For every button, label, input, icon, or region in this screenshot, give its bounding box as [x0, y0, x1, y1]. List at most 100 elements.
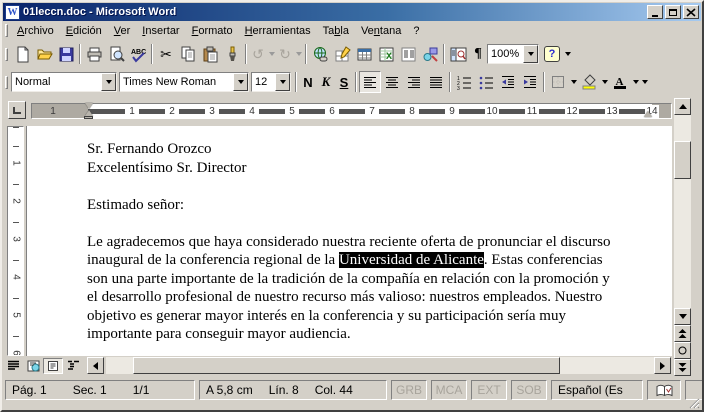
bold-button[interactable]: N [299, 71, 317, 93]
indent-markers[interactable] [83, 103, 94, 121]
close-button[interactable] [683, 5, 699, 19]
scroll-left-button[interactable] [87, 357, 104, 374]
hanging-indent-marker[interactable] [84, 110, 93, 116]
zoom-dropdown-button[interactable] [523, 45, 538, 63]
new-document-button[interactable] [11, 43, 33, 65]
minimize-button[interactable] [647, 5, 663, 19]
highlight-button[interactable] [578, 71, 600, 93]
overtype-toggle[interactable]: SOB [511, 380, 547, 400]
redo-button[interactable]: ↻ [276, 43, 294, 65]
underline-button[interactable]: S [335, 71, 353, 93]
italic-button[interactable]: K [317, 71, 335, 93]
horizontal-scroll-track[interactable] [106, 357, 654, 374]
scroll-down-button[interactable] [674, 308, 691, 325]
font-combo[interactable]: Times New Roman [119, 72, 249, 92]
save-button[interactable] [55, 43, 77, 65]
page-status-panel[interactable]: Pág. 1 Sec. 1 1/1 [5, 380, 195, 400]
increase-indent-button[interactable] [519, 71, 541, 93]
menu-insertar[interactable]: Insertar [136, 23, 185, 39]
horizontal-ruler[interactable]: 1 1 2 3 4 5 6 7 8 9 10 11 12 13 14 [31, 103, 672, 119]
print-layout-view-button[interactable] [43, 357, 63, 374]
menu-tabla[interactable]: Tabla [317, 23, 355, 39]
maximize-button[interactable] [665, 5, 681, 19]
menu-formato[interactable]: Formato [186, 23, 239, 39]
redo-dropdown[interactable] [294, 43, 303, 65]
columns-button[interactable] [397, 43, 419, 65]
bullet-list-button[interactable] [475, 71, 497, 93]
first-line-indent-marker[interactable] [84, 103, 93, 109]
undo-dropdown[interactable] [267, 43, 276, 65]
record-macro-toggle[interactable]: GRB [391, 380, 427, 400]
align-right-button[interactable] [403, 71, 425, 93]
show-hide-paragraph-button[interactable]: ¶ [469, 43, 487, 65]
font-size-dropdown-button[interactable] [275, 73, 290, 91]
menu-ventana[interactable]: Ventana [355, 23, 407, 39]
extend-selection-toggle[interactable]: EXT [471, 380, 507, 400]
decrease-indent-button[interactable] [497, 71, 519, 93]
drawing-button[interactable] [419, 43, 441, 65]
left-indent-marker[interactable] [84, 116, 93, 119]
highlight-dropdown[interactable] [600, 71, 609, 93]
outline-view-button[interactable] [63, 357, 83, 374]
formatting-toolbar-grip[interactable] [5, 75, 8, 89]
standard-toolbar-options[interactable] [563, 43, 572, 65]
spelling-status-panel[interactable] [647, 380, 681, 400]
align-center-button[interactable] [381, 71, 403, 93]
style-dropdown-button[interactable] [101, 73, 116, 91]
borders-dropdown[interactable] [569, 71, 578, 93]
select-browse-object-button[interactable] [674, 342, 691, 359]
web-layout-view-button[interactable] [23, 357, 43, 374]
position-status-panel[interactable]: A 5,8 cm Lín. 8 Col. 44 [199, 380, 387, 400]
resize-grip[interactable] [687, 396, 700, 409]
font-color-button[interactable]: A [609, 71, 631, 93]
word-app-icon[interactable]: W [5, 4, 20, 20]
font-size-combo[interactable]: 12 [251, 72, 291, 92]
undo-button[interactable]: ↺ [249, 43, 267, 65]
menu-archivo[interactable]: Archivo [11, 23, 60, 39]
zoom-combo[interactable]: 100% [487, 44, 539, 64]
scroll-up-button[interactable] [674, 98, 691, 115]
insert-table-button[interactable] [353, 43, 375, 65]
align-left-button[interactable] [359, 71, 381, 93]
font-color-dropdown[interactable] [631, 71, 640, 93]
justify-button[interactable] [425, 71, 447, 93]
menu-edicion[interactable]: Edición [60, 23, 108, 39]
track-changes-toggle[interactable]: MCA [431, 380, 467, 400]
vertical-ruler[interactable]: 1 2 3 4 5 6 [7, 126, 24, 356]
numbered-list-button[interactable]: 123 [453, 71, 475, 93]
menu-ver[interactable]: Ver [108, 23, 137, 39]
tab-selector-button[interactable] [8, 101, 26, 119]
scroll-right-button[interactable] [654, 357, 671, 374]
menu-herramientas[interactable]: Herramientas [239, 23, 317, 39]
menu-ayuda[interactable]: ? [407, 23, 425, 39]
print-button[interactable] [83, 43, 105, 65]
standard-toolbar-grip[interactable] [5, 47, 8, 61]
cut-button[interactable]: ✂ [155, 43, 177, 65]
document-page[interactable]: Sr. Fernando Orozco Excelentísimo Sr. Di… [26, 126, 672, 356]
print-preview-button[interactable] [105, 43, 127, 65]
document-map-button[interactable] [447, 43, 469, 65]
normal-view-button[interactable] [3, 357, 23, 374]
language-panel[interactable]: Español (Es [551, 380, 643, 400]
style-combo[interactable]: Normal [11, 72, 117, 92]
vertical-scroll-track[interactable] [674, 115, 691, 308]
font-dropdown-button[interactable] [233, 73, 248, 91]
spelling-button[interactable]: ABC [127, 43, 149, 65]
vertical-scrollbar[interactable] [674, 98, 691, 376]
format-painter-button[interactable] [221, 43, 243, 65]
paste-button[interactable] [199, 43, 221, 65]
vertical-scroll-thumb[interactable] [674, 141, 691, 179]
right-indent-marker[interactable] [644, 110, 652, 117]
menubar-grip[interactable] [5, 24, 8, 37]
next-page-button[interactable] [674, 359, 691, 376]
open-button[interactable] [33, 43, 55, 65]
previous-page-button[interactable] [674, 325, 691, 342]
copy-button[interactable] [177, 43, 199, 65]
title-bar[interactable]: W 01leccn.doc - Microsoft Word [3, 3, 701, 21]
insert-hyperlink-button[interactable] [309, 43, 331, 65]
borders-button[interactable] [547, 71, 569, 93]
help-button[interactable]: ? [541, 43, 563, 65]
insert-excel-worksheet-button[interactable]: X [375, 43, 397, 65]
horizontal-scroll-thumb[interactable] [133, 357, 560, 374]
tables-and-borders-button[interactable] [331, 43, 353, 65]
